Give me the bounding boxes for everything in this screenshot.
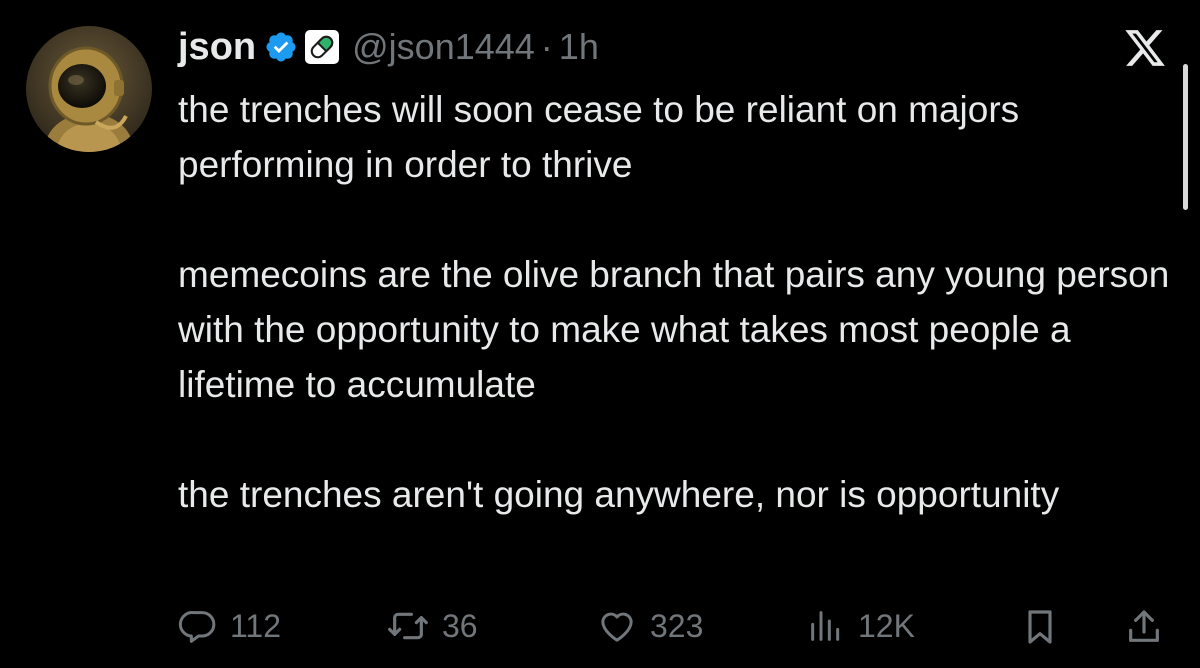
reply-button[interactable]: 112 [178, 606, 281, 646]
scrollbar[interactable] [1183, 64, 1188, 210]
header-separator: · [540, 26, 553, 67]
bookmark-button[interactable] [1020, 606, 1060, 648]
action-bar: 112 36 323 12K [178, 600, 1170, 656]
author-handle[interactable]: @json1444 [352, 26, 535, 68]
tweet-header: json @json1444 · 1h [178, 22, 599, 72]
repost-icon [388, 612, 428, 640]
tweet-text: the trenches will soon cease to be relia… [178, 82, 1178, 522]
views-count: 12K [858, 607, 915, 644]
share-button[interactable] [1124, 606, 1164, 648]
like-count: 323 [650, 607, 704, 644]
author-name[interactable]: json [178, 26, 256, 69]
reply-icon [178, 611, 216, 643]
astronaut-avatar-icon [26, 26, 152, 152]
avatar[interactable] [26, 26, 152, 152]
bookmark-icon [1028, 610, 1052, 644]
share-icon [1129, 610, 1159, 642]
reply-count: 112 [230, 607, 282, 644]
x-logo-icon[interactable] [1122, 26, 1168, 70]
repost-button[interactable]: 36 [386, 606, 478, 646]
like-button[interactable]: 323 [596, 606, 703, 646]
verified-badge-icon[interactable] [264, 30, 298, 64]
heart-icon [601, 612, 633, 642]
tweet-paragraph-2: memecoins are the olive branch that pair… [178, 254, 1170, 405]
views-button[interactable]: 12K [806, 606, 915, 646]
repost-count: 36 [442, 607, 478, 644]
tweet-paragraph-1: the trenches will soon cease to be relia… [178, 89, 1020, 185]
views-chart-icon [811, 611, 840, 641]
tweet-paragraph-3: the trenches aren't going anywhere, nor … [178, 474, 1060, 515]
pill-badge-icon[interactable] [304, 29, 340, 65]
tweet-time[interactable]: 1h [559, 26, 599, 68]
